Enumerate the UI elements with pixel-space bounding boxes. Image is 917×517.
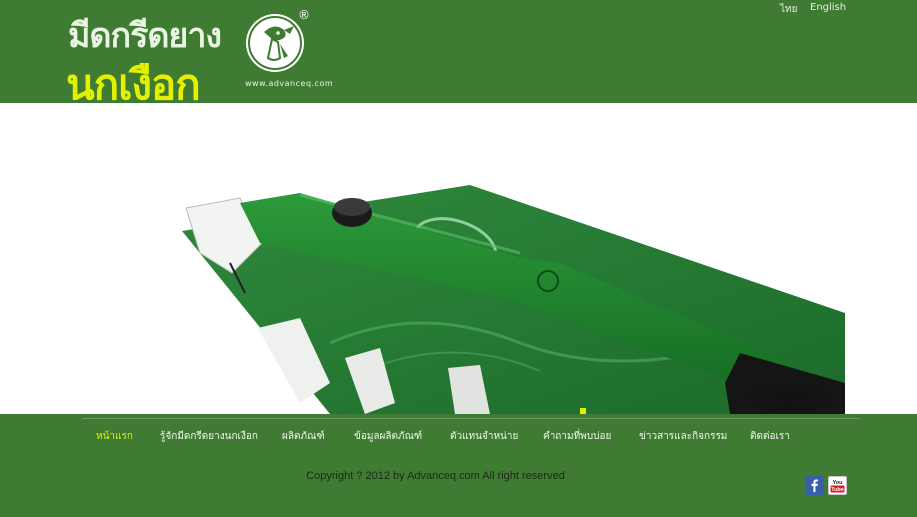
language-thai-link[interactable]: ไทย — [780, 2, 797, 17]
main-navigation: หน้าแรก รู้จักมีดกรีดยางนกเงือก ผลิตภัณฑ… — [82, 429, 860, 445]
youtube-text-tube: Tube — [831, 487, 844, 493]
language-english-link[interactable]: English — [810, 2, 846, 13]
logo-url-text: www.advanceq.com — [245, 79, 334, 88]
nav-item-dealers[interactable]: ตัวแทนจำหน่าย — [450, 429, 518, 444]
site-footer: หน้าแรก รู้จักมีดกรีดยางนกเงือก ผลิตภัณฑ… — [0, 414, 917, 517]
youtube-icon[interactable]: You Tube — [828, 476, 847, 495]
rubber-tapping-knife-image — [182, 185, 845, 414]
nav-item-home[interactable]: หน้าแรก — [96, 429, 133, 444]
nav-item-faq[interactable]: คำถามที่พบบ่อย — [543, 429, 611, 444]
nav-item-news[interactable]: ข่าวสารและกิจกรรม — [639, 429, 727, 444]
hornbill-logo-icon[interactable] — [244, 12, 306, 74]
facebook-icon[interactable] — [805, 476, 824, 495]
facebook-glyph-icon — [805, 476, 824, 495]
copyright-text: Copyright ? 2012 by Advanceq.com All rig… — [306, 470, 565, 482]
product-banner — [0, 103, 917, 414]
youtube-text-you: You — [833, 480, 843, 486]
nav-divider — [82, 418, 860, 419]
nav-item-about[interactable]: รู้จักมีดกรีดยางนกเงือก — [160, 429, 258, 444]
nav-item-product-info[interactable]: ข้อมูลผลิตภัณฑ์ — [354, 429, 422, 444]
site-header: มีดกรีดยาง นกเงือก ® www.advanceq.com ไท… — [0, 0, 917, 109]
registered-mark: ® — [298, 8, 310, 22]
nav-item-contact[interactable]: ติดต่อเรา — [750, 429, 790, 444]
youtube-glyph-icon: You Tube — [830, 480, 845, 493]
nav-item-products[interactable]: ผลิตภัณฑ์ — [282, 429, 325, 444]
